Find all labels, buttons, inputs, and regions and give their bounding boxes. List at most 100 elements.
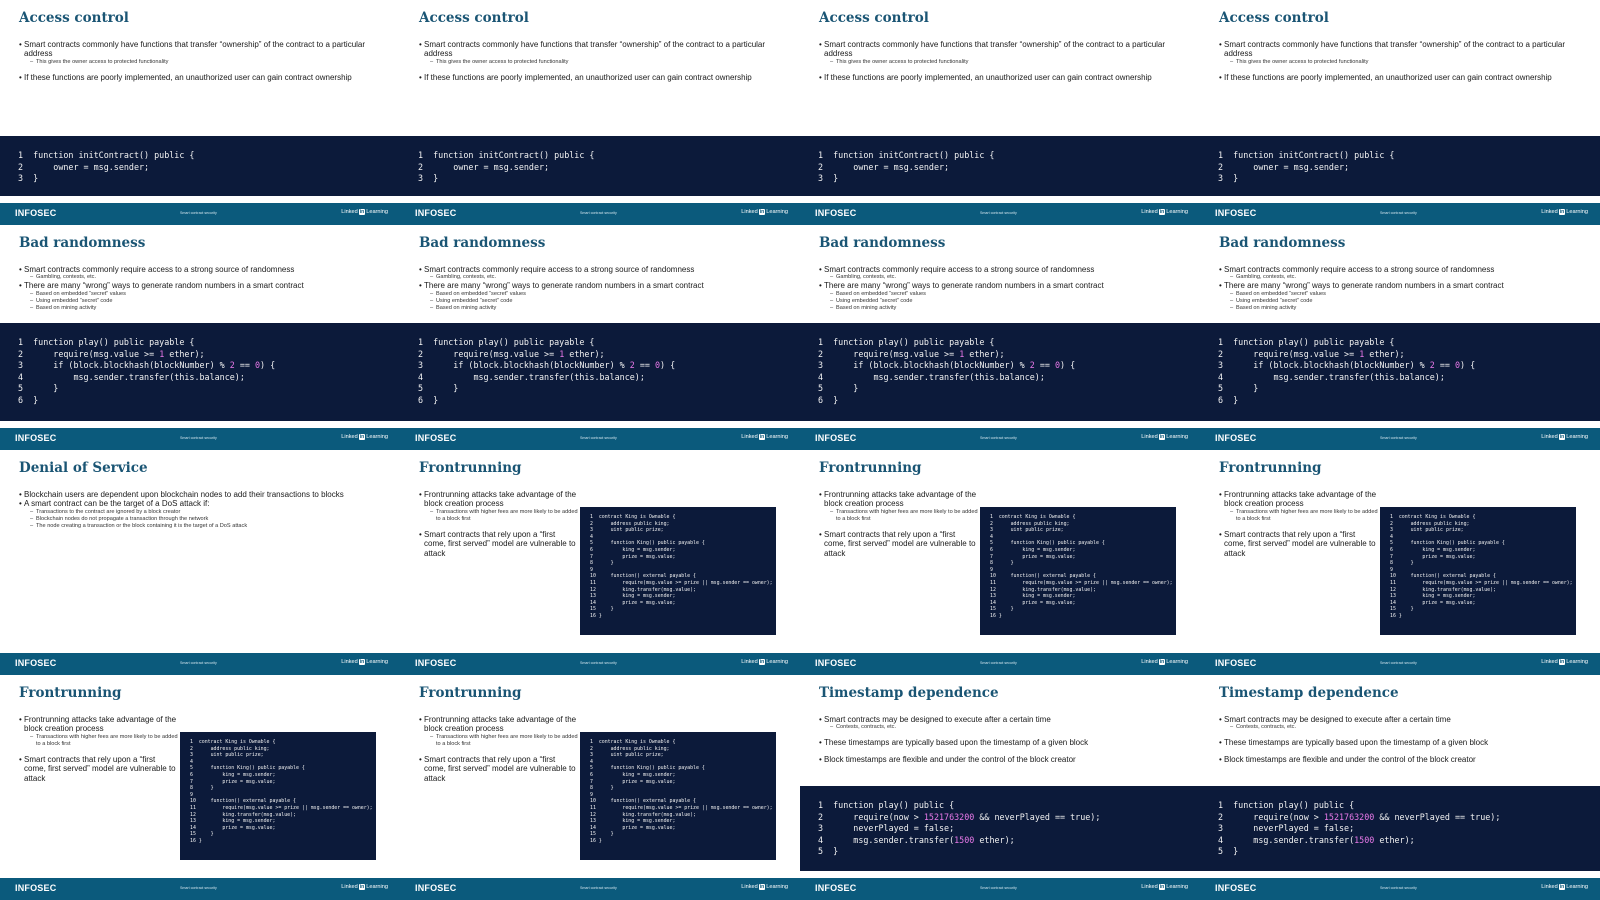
brand-logo: INFOSEC: [15, 433, 57, 443]
line-number: 5: [18, 383, 24, 393]
course-title: Smart contract security: [980, 211, 1017, 215]
code-text: }: [598, 560, 614, 567]
slide-random[interactable]: Bad randomness Smart contracts commonly …: [1200, 225, 1600, 450]
sub-bullet-list: Gambling, contests, etc.: [824, 274, 1179, 281]
slide-title: Frontrunning: [819, 460, 922, 476]
brand-logo: INFOSEC: [1215, 883, 1257, 893]
code-line: 8 }: [190, 785, 376, 792]
sub-bullet-item: Based on embedded “secret” values: [830, 291, 1179, 298]
sub-bullet-item: Gambling, contests, etc.: [830, 274, 1179, 281]
bullet-item: There are many “wrong” ways to generate …: [1219, 281, 1579, 311]
code-text: }: [198, 785, 214, 792]
code-text: require(msg.value >= 1 ether);: [1233, 348, 1405, 359]
bullet-item: Frontrunning attacks take advantage of t…: [419, 490, 579, 523]
code-line: 4: [1390, 534, 1576, 541]
code-line: 6}: [818, 395, 1200, 407]
sub-bullet-item: Using embedded “secret” code: [430, 298, 779, 305]
linkedin-icon: in: [358, 659, 366, 665]
slide-front[interactable]: Frontrunning Frontrunning attacks take a…: [1200, 450, 1600, 675]
bullet-list: Frontrunning attacks take advantage of t…: [419, 490, 579, 558]
slide-footer: INFOSEC Smart contract security Linked in…: [0, 203, 400, 225]
linkedin-icon: in: [758, 209, 766, 215]
code-line: 1 contract King is Ownable {: [990, 514, 1176, 521]
code-block: 1 function play() public payable {2 requi…: [0, 323, 400, 421]
code-text: contract King is Ownable {: [198, 739, 276, 745]
linkedin-icon: in: [758, 659, 766, 665]
code-line: 5 function King() public payable {: [1390, 540, 1576, 547]
line-number: 15: [1390, 606, 1396, 613]
line-number: 7: [190, 778, 193, 785]
bullet-item: These timestamps are typically based upo…: [819, 738, 1179, 747]
code-line: 11 require(msg.value >= prize || msg.sen…: [190, 805, 376, 812]
logo-prefix: Linked: [741, 434, 758, 440]
code-line: 5}: [1218, 846, 1600, 858]
sub-bullet-list: Based on embedded “secret” valuesUsing e…: [824, 291, 1179, 312]
sub-bullet-item: Using embedded “secret” code: [830, 298, 1179, 305]
slide-footer: INFOSEC Smart contract security Linked in…: [400, 653, 800, 675]
slide-random[interactable]: Bad randomness Smart contracts commonly …: [0, 225, 400, 450]
brand-logo: INFOSEC: [15, 658, 57, 668]
code-line: 3}: [418, 173, 800, 185]
slide-footer: INFOSEC Smart contract security Linked in…: [800, 203, 1200, 225]
code-line: 7 prize = msg.value;: [990, 554, 1176, 561]
code-text: prize = msg.value;: [598, 824, 676, 831]
code-block: 1 contract King is Ownable {2 address pub…: [580, 507, 776, 635]
code-text: contract King is Ownable {: [598, 514, 676, 520]
line-number: 9: [990, 566, 993, 573]
code-line: 5 function King() public payable {: [590, 765, 776, 772]
code-text: }: [598, 837, 602, 844]
slide-access[interactable]: Access control Smart contracts commonly …: [0, 0, 400, 225]
course-title: Smart contract security: [180, 661, 217, 665]
line-number: 2: [190, 745, 193, 752]
sub-bullet-item: This gives the owner access to protected…: [430, 59, 779, 66]
slide-front[interactable]: Frontrunning Frontrunning attacks take a…: [400, 675, 800, 900]
code-text: contract King is Ownable {: [998, 514, 1076, 520]
code-text: king = msg.sender;: [198, 818, 276, 825]
code-text: require(msg.value >= 1 ether);: [33, 348, 205, 359]
line-number: 2: [1218, 811, 1224, 822]
code-line: 2 owner = msg.sender;: [1218, 162, 1600, 174]
code-text: king.transfer(msg.value);: [1398, 586, 1496, 593]
slide-front[interactable]: Frontrunning Frontrunning attacks take a…: [800, 450, 1200, 675]
bullet-text: Smart contracts commonly have functions …: [419, 40, 765, 58]
code-text: prize = msg.value;: [998, 599, 1076, 606]
slide-access[interactable]: Access control Smart contracts commonly …: [800, 0, 1200, 225]
linkedin-icon: in: [1558, 659, 1566, 665]
brand-logo: INFOSEC: [1215, 658, 1257, 668]
line-number: 10: [590, 798, 596, 805]
course-title: Smart contract security: [580, 436, 617, 440]
line-number: 2: [18, 348, 24, 359]
slide-footer: INFOSEC Smart contract security Linked in…: [0, 653, 400, 675]
line-number: 6: [818, 394, 824, 405]
slide-timestamp[interactable]: Timestamp dependence Smart contracts may…: [1200, 675, 1600, 900]
line-number: 8: [1390, 560, 1393, 567]
code-line: 15 }: [590, 606, 776, 613]
code-text: prize = msg.value;: [598, 553, 676, 560]
slide-front[interactable]: Frontrunning Frontrunning attacks take a…: [0, 675, 400, 900]
slide-dos[interactable]: Denial of Service Blockchain users are d…: [0, 450, 400, 675]
slide-access[interactable]: Access control Smart contracts commonly …: [1200, 0, 1600, 225]
linkedin-learning-logo: Linked in Learning: [341, 434, 388, 440]
code-line: 8 }: [590, 785, 776, 792]
bullet-item: Smart contracts commonly require access …: [819, 265, 1179, 281]
code-text: prize = msg.value;: [598, 778, 676, 785]
code-line: 6 king = msg.sender;: [190, 772, 376, 779]
slide-random[interactable]: Bad randomness Smart contracts commonly …: [400, 225, 800, 450]
course-title: Smart contract security: [1380, 661, 1417, 665]
slide-front[interactable]: Frontrunning Frontrunning attacks take a…: [400, 450, 800, 675]
slide-random[interactable]: Bad randomness Smart contracts commonly …: [800, 225, 1200, 450]
code-line: 4 msg.sender.transfer(this.balance);: [818, 372, 1200, 384]
bullet-text: Smart contracts commonly require access …: [1219, 265, 1494, 274]
line-number: 4: [18, 371, 24, 382]
slide-title: Access control: [19, 10, 129, 26]
code-text: prize = msg.value;: [1398, 599, 1476, 606]
slide-access[interactable]: Access control Smart contracts commonly …: [400, 0, 800, 225]
bullet-list: Smart contracts may be designed to execu…: [819, 715, 1179, 764]
code-line: 14 prize = msg.value;: [590, 825, 776, 832]
slide-timestamp[interactable]: Timestamp dependence Smart contracts may…: [800, 675, 1200, 900]
line-number: 12: [990, 586, 996, 593]
code-line: 14 prize = msg.value;: [590, 600, 776, 607]
code-text: function King() public payable {: [198, 765, 305, 772]
bullet-item: There are many “wrong” ways to generate …: [19, 281, 379, 311]
line-number: 2: [818, 348, 824, 359]
